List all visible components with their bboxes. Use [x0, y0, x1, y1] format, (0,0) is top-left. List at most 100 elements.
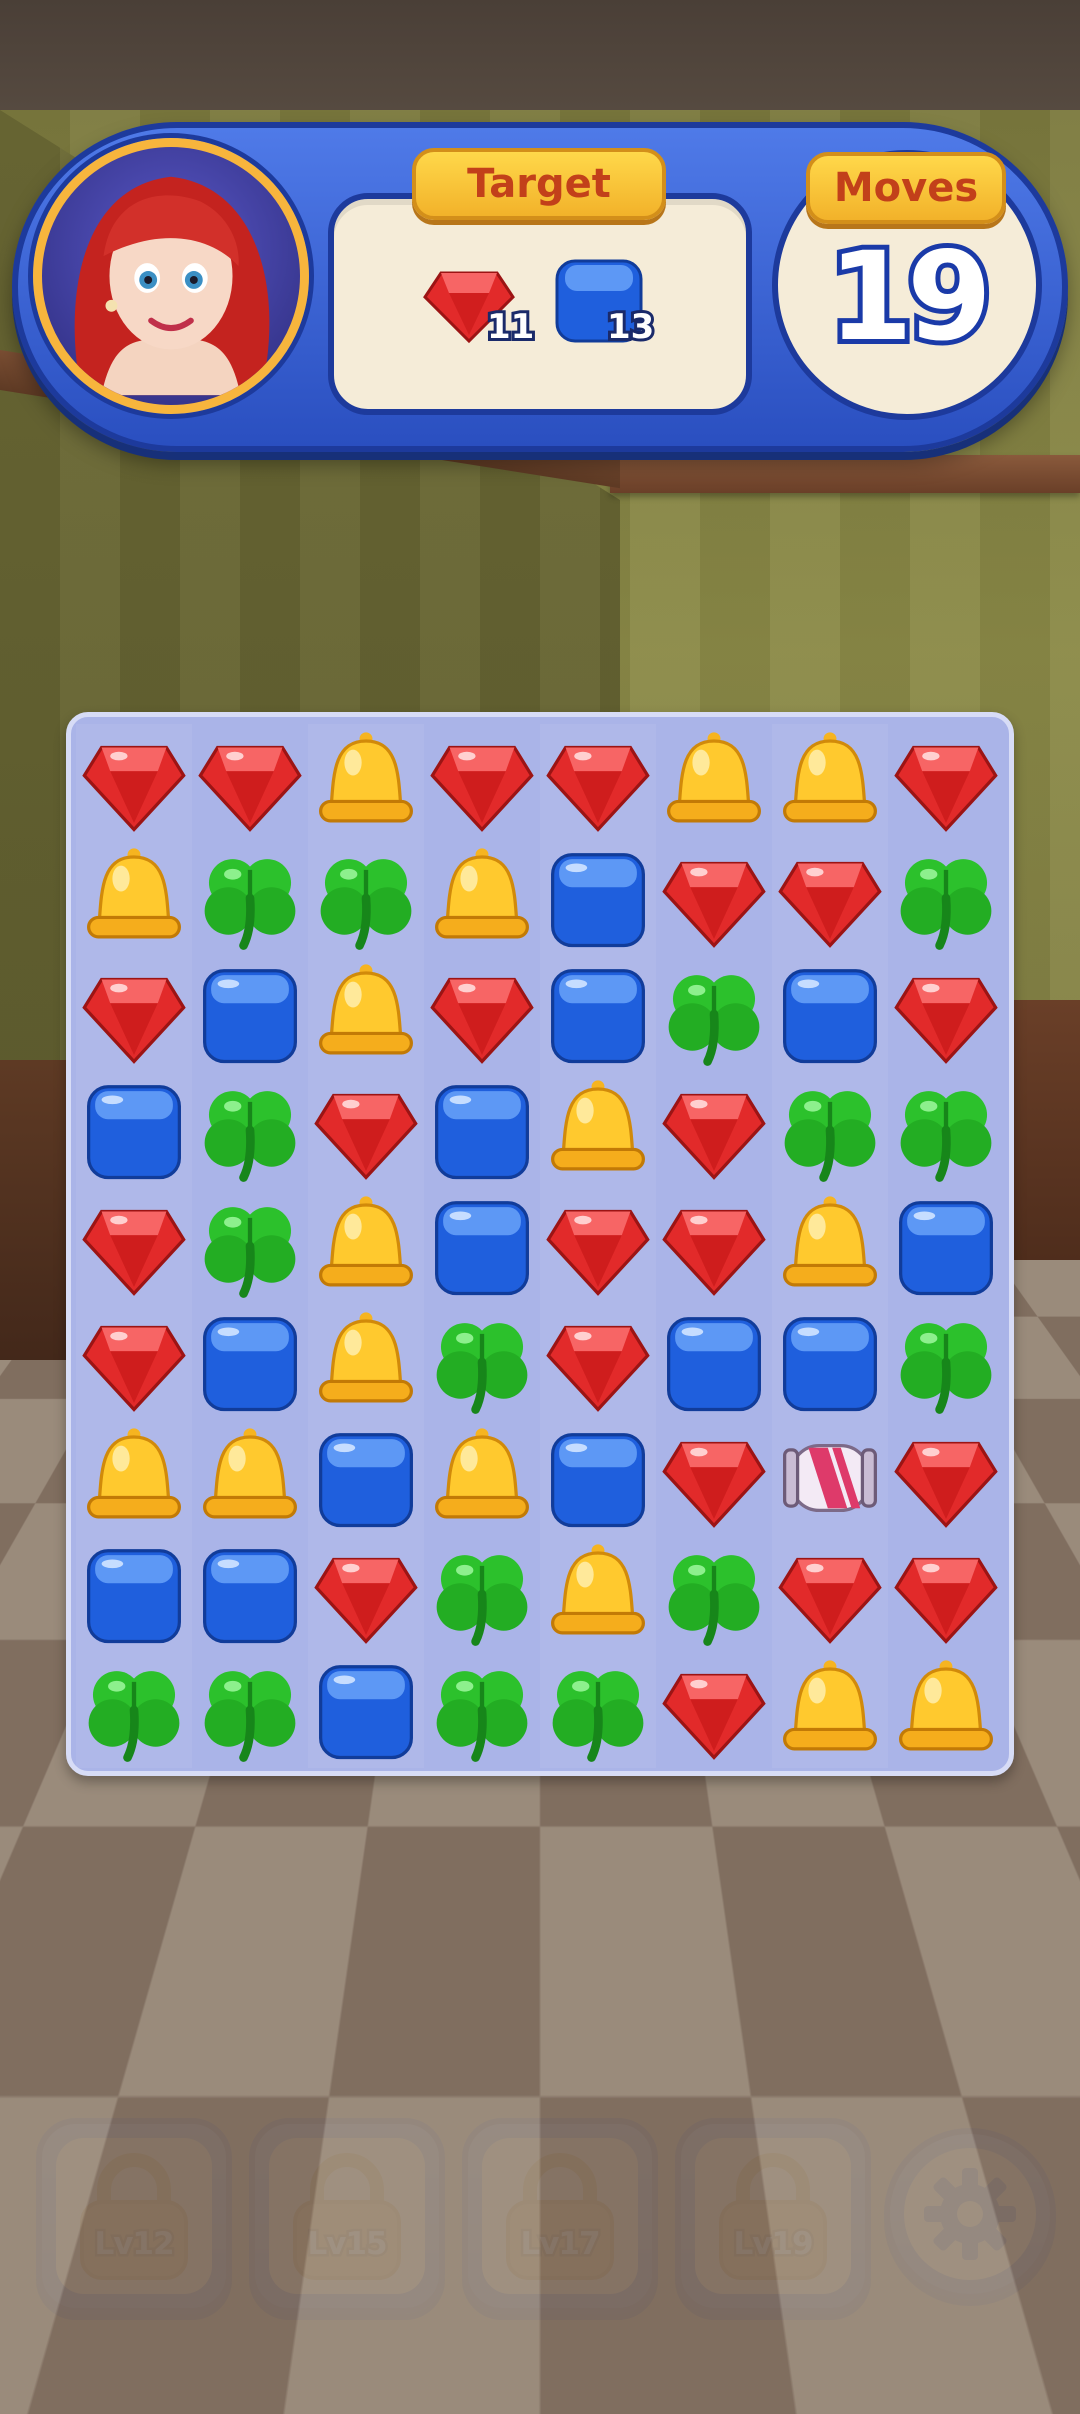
board-tile[interactable]	[540, 1536, 656, 1652]
board-tile[interactable]	[76, 956, 192, 1072]
yellow-bell-icon	[776, 1656, 884, 1764]
board-tile[interactable]	[772, 1304, 888, 1420]
board-tile[interactable]	[772, 724, 888, 840]
board-tile[interactable]	[772, 1420, 888, 1536]
red-gem-icon	[776, 844, 884, 952]
board-tile[interactable]	[888, 1304, 1004, 1420]
blue-cube-icon	[196, 960, 304, 1068]
board-tile[interactable]	[308, 1420, 424, 1536]
board-tile[interactable]	[656, 1188, 772, 1304]
board-tile[interactable]	[424, 840, 540, 956]
red-gem-icon	[660, 1076, 768, 1184]
board-tile[interactable]	[656, 1304, 772, 1420]
board-tile[interactable]	[308, 1652, 424, 1768]
board-tile[interactable]	[424, 1420, 540, 1536]
board-tile[interactable]	[656, 840, 772, 956]
board-tile[interactable]	[192, 724, 308, 840]
board-tile[interactable]	[308, 724, 424, 840]
board-tile[interactable]	[772, 1188, 888, 1304]
board-tile[interactable]	[888, 724, 1004, 840]
board-tile[interactable]	[308, 1536, 424, 1652]
board-tile[interactable]	[192, 956, 308, 1072]
booster-slot-lv17[interactable]: Lv17	[462, 2118, 658, 2314]
red-gem-icon	[544, 1192, 652, 1300]
board-tile[interactable]	[76, 1536, 192, 1652]
board-tile[interactable]	[888, 1652, 1004, 1768]
board-tile[interactable]	[772, 956, 888, 1072]
board-tile[interactable]	[888, 1072, 1004, 1188]
board-tile[interactable]	[76, 724, 192, 840]
striped-rocket-icon	[776, 1424, 884, 1532]
board-tile[interactable]	[192, 1420, 308, 1536]
board-tile[interactable]	[76, 1652, 192, 1768]
board-tile[interactable]	[192, 1304, 308, 1420]
board-tile[interactable]	[888, 956, 1004, 1072]
gear-icon	[924, 2168, 1016, 2260]
green-clover-icon	[544, 1656, 652, 1764]
board-tile[interactable]	[424, 724, 540, 840]
wainscot-left	[0, 1060, 70, 1360]
board-tile[interactable]	[424, 956, 540, 1072]
board-tile[interactable]	[540, 724, 656, 840]
board-tile[interactable]	[424, 1536, 540, 1652]
board-tile[interactable]	[76, 1072, 192, 1188]
board-tile[interactable]	[308, 956, 424, 1072]
red-gem-icon	[892, 960, 1000, 1068]
board-tile[interactable]	[540, 956, 656, 1072]
yellow-bell-icon	[544, 1076, 652, 1184]
lock-icon	[719, 2153, 827, 2280]
booster-slot-lv15[interactable]: Lv15	[249, 2118, 445, 2314]
board-tile[interactable]	[540, 1188, 656, 1304]
board-tile[interactable]	[424, 1652, 540, 1768]
red-gem-icon	[892, 1424, 1000, 1532]
board-tile[interactable]	[424, 1188, 540, 1304]
board-tile[interactable]	[76, 1304, 192, 1420]
board-tile[interactable]	[888, 1536, 1004, 1652]
board-tile[interactable]	[656, 1652, 772, 1768]
board-tile[interactable]	[656, 956, 772, 1072]
board-tile[interactable]	[540, 1304, 656, 1420]
board-tile[interactable]	[888, 1420, 1004, 1536]
board-tile[interactable]	[424, 1072, 540, 1188]
settings-button[interactable]	[884, 2128, 1056, 2300]
board-tile[interactable]	[192, 1652, 308, 1768]
board-tile[interactable]	[772, 1652, 888, 1768]
board-tile[interactable]	[308, 1188, 424, 1304]
board-tile[interactable]	[540, 1420, 656, 1536]
booster-slot-lv12[interactable]: Lv12	[36, 2118, 232, 2314]
board-tile[interactable]	[76, 1420, 192, 1536]
yellow-bell-icon	[312, 960, 420, 1068]
board-tile[interactable]	[888, 840, 1004, 956]
red-gem-icon	[660, 1656, 768, 1764]
board-tile[interactable]	[656, 1072, 772, 1188]
green-clover-icon	[80, 1656, 188, 1764]
board-tile[interactable]	[656, 724, 772, 840]
blue-cube-icon	[428, 1192, 536, 1300]
board-tile[interactable]	[76, 1188, 192, 1304]
board-tile[interactable]	[772, 840, 888, 956]
board-tile[interactable]	[888, 1188, 1004, 1304]
board-tile[interactable]	[192, 840, 308, 956]
board-tile[interactable]	[192, 1072, 308, 1188]
board-tile[interactable]	[540, 840, 656, 956]
red-gem-icon	[544, 728, 652, 836]
board-tile[interactable]	[424, 1304, 540, 1420]
green-clover-icon	[892, 1076, 1000, 1184]
board-tile[interactable]	[656, 1536, 772, 1652]
board-tile[interactable]	[308, 1304, 424, 1420]
board-tile[interactable]	[308, 840, 424, 956]
board-tile[interactable]	[540, 1072, 656, 1188]
blue-cube-icon	[544, 844, 652, 952]
board-tile[interactable]	[772, 1072, 888, 1188]
green-clover-icon	[428, 1540, 536, 1648]
board-tile[interactable]	[192, 1536, 308, 1652]
board-tile[interactable]	[192, 1188, 308, 1304]
board-tile[interactable]	[540, 1652, 656, 1768]
board-tile[interactable]	[76, 840, 192, 956]
booster-slot-lv19[interactable]: Lv19	[675, 2118, 871, 2314]
board-tile[interactable]	[656, 1420, 772, 1536]
red-gem-icon	[660, 844, 768, 952]
board-tile[interactable]	[772, 1536, 888, 1652]
red-gem-icon	[428, 728, 536, 836]
board-tile[interactable]	[308, 1072, 424, 1188]
